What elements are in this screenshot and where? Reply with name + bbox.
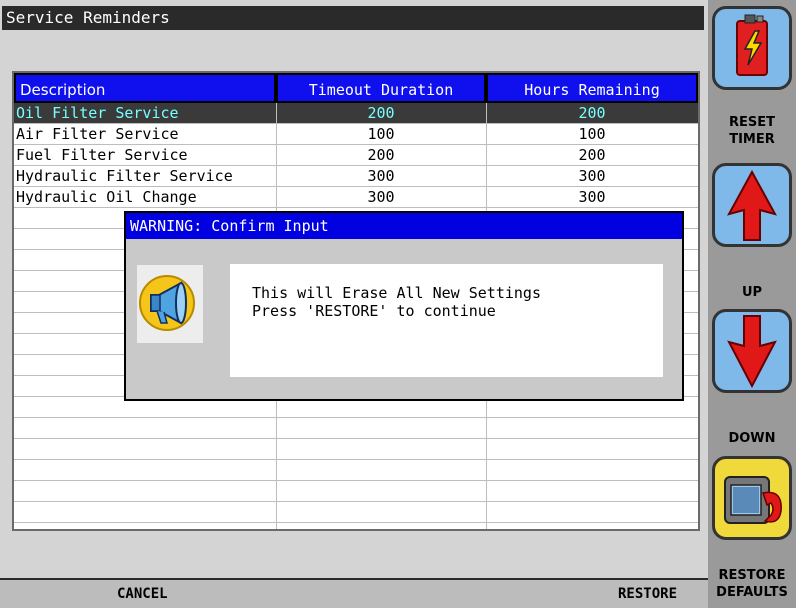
row-timeout: 100 bbox=[367, 125, 395, 143]
row-description: Hydraulic Filter Service bbox=[16, 167, 233, 185]
reset-timer-label-1: RESET bbox=[728, 115, 775, 130]
column-header-timeout: Timeout Duration bbox=[276, 73, 486, 103]
bottom-bar: CANCEL RESTORE bbox=[0, 578, 708, 608]
down-label: DOWN bbox=[728, 431, 776, 446]
row-timeout: 200 bbox=[367, 146, 395, 164]
restore-defaults-label-1: RESTORE bbox=[718, 568, 786, 583]
dialog-title: WARNING: Confirm Input bbox=[126, 213, 682, 239]
device-restore-icon bbox=[724, 476, 782, 524]
row-remaining: 200 bbox=[578, 146, 606, 164]
row-timeout: 300 bbox=[367, 167, 395, 185]
restore-button[interactable]: RESTORE bbox=[618, 580, 677, 608]
side-panel: RESET TIMER UP DOWN RESTORE DEFAULTS bbox=[708, 0, 796, 608]
up-button[interactable] bbox=[712, 163, 792, 247]
arrow-down-icon bbox=[727, 315, 777, 389]
restore-defaults-button[interactable] bbox=[712, 456, 792, 540]
row-divider bbox=[14, 522, 698, 523]
row-description: Hydraulic Oil Change bbox=[16, 188, 197, 206]
row-description: Air Filter Service bbox=[16, 125, 179, 143]
row-divider bbox=[14, 438, 698, 439]
restore-defaults-label-2: DEFAULTS bbox=[716, 585, 788, 600]
row-remaining: 200 bbox=[578, 104, 606, 122]
table-row[interactable]: Fuel Filter Service 200 200 bbox=[14, 145, 698, 166]
row-description: Oil Filter Service bbox=[16, 104, 179, 122]
megaphone-icon bbox=[137, 265, 203, 343]
up-label: UP bbox=[741, 285, 763, 300]
down-button[interactable] bbox=[712, 309, 792, 393]
table-row[interactable]: Oil Filter Service 200 200 bbox=[14, 103, 698, 124]
table-row[interactable]: Hydraulic Oil Change 300 300 bbox=[14, 187, 698, 208]
battery-icon bbox=[736, 14, 768, 76]
row-divider bbox=[14, 459, 698, 460]
row-remaining: 300 bbox=[578, 188, 606, 206]
column-header-description: Description bbox=[14, 73, 276, 103]
dialog-message-line1: This will Erase All New Settings bbox=[252, 284, 541, 302]
reset-timer-button[interactable] bbox=[712, 6, 792, 90]
dialog-message: This will Erase All New Settings Press '… bbox=[230, 264, 663, 377]
row-divider bbox=[14, 417, 698, 418]
reset-timer-label-2: TIMER bbox=[729, 132, 775, 147]
row-divider bbox=[14, 207, 698, 208]
cancel-button[interactable]: CANCEL bbox=[117, 580, 168, 608]
row-timeout: 300 bbox=[367, 188, 395, 206]
row-remaining: 300 bbox=[578, 167, 606, 185]
main-panel: Service Reminders Description Timeout Du… bbox=[0, 0, 708, 608]
row-remaining: 100 bbox=[578, 125, 606, 143]
arrow-up-icon bbox=[727, 169, 777, 241]
row-timeout: 200 bbox=[367, 104, 395, 122]
row-description: Fuel Filter Service bbox=[16, 146, 188, 164]
dialog-message-line2: Press 'RESTORE' to continue bbox=[252, 302, 496, 320]
table-row[interactable]: Air Filter Service 100 100 bbox=[14, 124, 698, 145]
window-title: Service Reminders bbox=[2, 6, 704, 30]
column-header-remaining: Hours Remaining bbox=[486, 73, 698, 103]
warning-dialog: WARNING: Confirm Input This will Erase A… bbox=[124, 211, 684, 401]
row-divider bbox=[14, 501, 698, 502]
row-divider bbox=[14, 480, 698, 481]
table-row[interactable]: Hydraulic Filter Service 300 300 bbox=[14, 166, 698, 187]
